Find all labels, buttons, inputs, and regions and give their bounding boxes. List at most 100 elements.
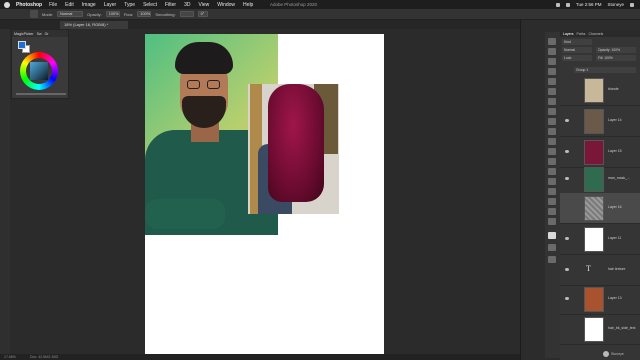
shape-icon[interactable]: [548, 198, 556, 205]
tab-gradients[interactable]: Gr: [45, 32, 49, 36]
battery-icon[interactable]: [565, 2, 570, 7]
opacity-label: Opacity:: [87, 11, 102, 17]
eyedropper-icon[interactable]: [548, 78, 556, 85]
layer-row-blonde[interactable]: blonde: [560, 75, 640, 106]
layer-row-man-mask[interactable]: man_mask_...: [560, 164, 640, 195]
clock[interactable]: Tue 2:56 PM: [576, 2, 602, 7]
tab-layers[interactable]: Layers: [563, 32, 574, 36]
layer-row-hair-texture[interactable]: T hair texture: [560, 255, 640, 286]
layer-name[interactable]: hair_bk_side_text: [608, 326, 635, 330]
visibility-eye-icon[interactable]: [565, 177, 569, 180]
history-brush-icon[interactable]: [548, 118, 556, 125]
menu-edit[interactable]: Edit: [65, 2, 74, 8]
mode-label: Mode:: [42, 11, 54, 17]
menu-app-name[interactable]: Photoshop: [16, 2, 42, 8]
stamp-icon[interactable]: [548, 108, 556, 115]
menu-type[interactable]: Type: [124, 2, 135, 8]
angle-field[interactable]: 0°: [197, 11, 208, 17]
menu-layer[interactable]: Layer: [104, 2, 117, 8]
options-bar: Mode: Normal Opacity: 100% Flow: 100% Sm…: [0, 9, 640, 20]
path-select-icon[interactable]: [548, 188, 556, 195]
foreground-color-swatch[interactable]: [18, 41, 26, 49]
layer-thumbnail: [584, 196, 604, 221]
layer-name[interactable]: Layer 14: [608, 118, 622, 122]
layer-name[interactable]: man_mask_...: [608, 176, 630, 180]
layer-name[interactable]: Layer 16: [608, 205, 622, 209]
tab-swatches[interactable]: Sw: [37, 32, 42, 36]
red-hair-photo-layer[interactable]: [248, 84, 339, 214]
hand-icon[interactable]: [548, 208, 556, 215]
gradient-icon[interactable]: [548, 138, 556, 145]
layers-panel-tabs: Layers Paths Channels: [560, 30, 640, 37]
layer-row-layer14[interactable]: Layer 14: [560, 106, 640, 137]
watermark-logo-icon: [603, 351, 609, 357]
layer-thumbnail: [584, 167, 604, 192]
dodge-icon[interactable]: [548, 158, 556, 165]
layer-row-layer16[interactable]: Layer 16: [560, 193, 640, 224]
layer-name[interactable]: hair texture: [608, 267, 626, 271]
color-wheel[interactable]: [20, 52, 58, 90]
layer-fill-label: Fill:: [598, 56, 604, 60]
color-swatch-icon[interactable]: [548, 232, 556, 239]
type-icon[interactable]: [548, 178, 556, 185]
wifi-icon[interactable]: [555, 2, 560, 7]
menu-3d[interactable]: 3D: [184, 2, 190, 8]
color-slider[interactable]: [16, 93, 66, 95]
tools-panel: [0, 29, 10, 360]
menu-select[interactable]: Select: [143, 2, 157, 8]
apple-menu-icon[interactable]: [4, 1, 10, 8]
visibility-eye-icon[interactable]: [565, 237, 569, 240]
lock-options[interactable]: Lock:: [562, 55, 592, 61]
screen-mode-icon[interactable]: [548, 256, 556, 263]
tab-channels[interactable]: Channels: [588, 32, 603, 36]
menu-help[interactable]: Help: [243, 2, 253, 8]
visibility-eye-icon[interactable]: [565, 119, 569, 122]
brush-preset-icon[interactable]: [30, 10, 38, 18]
smoothing-field[interactable]: [179, 11, 194, 17]
layer-row-hair-bk[interactable]: hair_bk_side_text: [560, 314, 640, 345]
opacity-field[interactable]: 100%: [105, 11, 120, 17]
layer-row-layer13[interactable]: Layer 13: [560, 284, 640, 315]
layer-opacity[interactable]: Opacity: 100%: [596, 47, 636, 53]
tab-magicpicker[interactable]: MagicPicker: [14, 32, 34, 36]
quick-mask-icon[interactable]: [548, 244, 556, 251]
saturation-square[interactable]: [30, 62, 48, 80]
brush-icon[interactable]: [548, 98, 556, 105]
layer-opacity-value: 100%: [611, 48, 621, 52]
visibility-eye-icon[interactable]: [565, 268, 569, 271]
marquee-icon[interactable]: [548, 48, 556, 55]
menu-view[interactable]: View: [199, 2, 210, 8]
glasses-left: [187, 80, 200, 89]
layer-name[interactable]: Layer 11: [608, 236, 621, 240]
zoom-level[interactable]: 17.68%: [4, 355, 16, 359]
menu-filter[interactable]: Filter: [165, 2, 176, 8]
layer-name[interactable]: Layer 13: [608, 296, 622, 300]
blend-mode-select[interactable]: Normal: [562, 47, 592, 53]
layer-name[interactable]: Layer 15: [608, 149, 622, 153]
tab-paths[interactable]: Paths: [577, 32, 586, 36]
document-tab[interactable]: 18% (Layer 16, RGB/8) *: [60, 21, 128, 29]
group-row[interactable]: Group 1: [574, 67, 636, 73]
menu-window[interactable]: Window: [217, 2, 235, 8]
mode-select[interactable]: Normal: [57, 11, 84, 17]
flow-field[interactable]: 100%: [137, 11, 152, 17]
flow-label: Flow:: [123, 11, 134, 17]
visibility-eye-icon[interactable]: [565, 297, 569, 300]
lasso-icon[interactable]: [548, 58, 556, 65]
menu-image[interactable]: Image: [82, 2, 96, 8]
history-icon[interactable]: [548, 38, 556, 45]
crop-icon[interactable]: [548, 68, 556, 75]
menu-file[interactable]: File: [49, 2, 57, 8]
layer-row-layer11[interactable]: Layer 11: [560, 224, 640, 255]
spotlight-icon[interactable]: [630, 2, 634, 7]
pen-icon[interactable]: [548, 168, 556, 175]
layer-filter-kind[interactable]: Kind: [562, 39, 592, 45]
layer-fill[interactable]: Fill: 100%: [596, 55, 636, 61]
zoom-icon[interactable]: [548, 218, 556, 225]
eraser-icon[interactable]: [548, 128, 556, 135]
layer-name[interactable]: blonde: [608, 87, 619, 91]
heal-icon[interactable]: [548, 88, 556, 95]
user-name[interactable]: Stoneye: [607, 2, 624, 7]
visibility-eye-icon[interactable]: [565, 150, 569, 153]
blur-icon[interactable]: [548, 148, 556, 155]
